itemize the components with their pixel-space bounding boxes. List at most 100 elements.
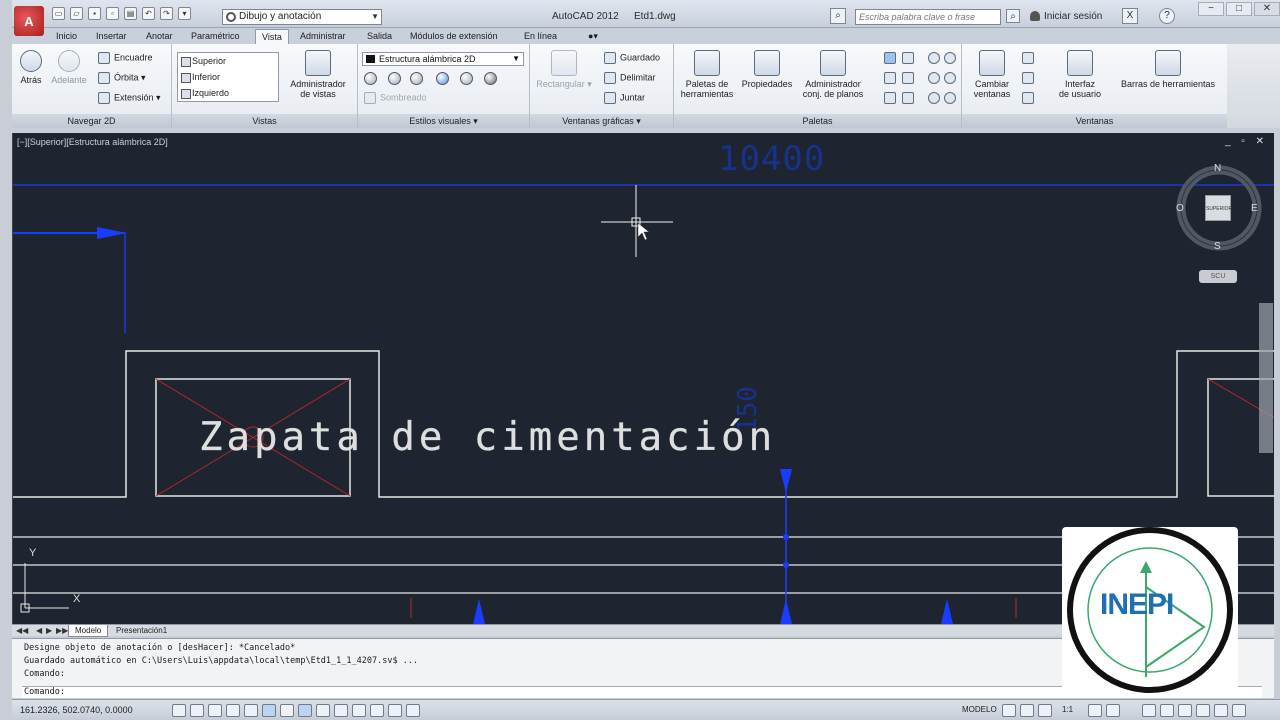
- qat-dropdown-icon[interactable]: ▾: [178, 7, 191, 20]
- search-input[interactable]: Escriba palabra clave o frase: [855, 9, 1001, 25]
- lineweight-icon[interactable]: [352, 704, 366, 717]
- view-item-inferior[interactable]: Inferior: [178, 69, 278, 85]
- maximize-button[interactable]: □: [1226, 2, 1252, 16]
- tab-administrar[interactable]: Administrar: [294, 29, 352, 44]
- quick-properties-icon[interactable]: [388, 704, 402, 717]
- visual-style-select[interactable]: Estructura alámbrica 2D ▼: [362, 52, 524, 66]
- 3d-osnap-icon[interactable]: [280, 704, 294, 717]
- tab-overflow-icon[interactable]: ●▾: [582, 29, 604, 44]
- help-icon[interactable]: ?: [1159, 8, 1175, 24]
- properties-button[interactable]: Propiedades: [738, 50, 796, 89]
- annotation-visibility-icon[interactable]: [1088, 704, 1102, 717]
- open-file-icon[interactable]: ▱: [70, 7, 83, 20]
- close-button[interactable]: ✕: [1254, 2, 1280, 16]
- back-button[interactable]: Atrás: [16, 50, 46, 85]
- tab-vista[interactable]: Vista: [255, 29, 289, 44]
- switch-windows-button[interactable]: Cambiar ventanas: [968, 50, 1016, 99]
- orbit-button[interactable]: Órbita ▾: [98, 72, 146, 84]
- selection-cycling-icon[interactable]: [406, 704, 420, 717]
- tab-salida[interactable]: Salida: [361, 29, 398, 44]
- ortho-icon[interactable]: [226, 704, 240, 717]
- save-viewport-button[interactable]: Guardado: [604, 52, 660, 64]
- toolbars-button[interactable]: Barras de herramientas: [1112, 50, 1224, 89]
- polar-icon[interactable]: [244, 704, 258, 717]
- dbconnect-icon[interactable]: [902, 72, 914, 84]
- quick-view-drawings-icon[interactable]: [1020, 704, 1034, 717]
- tab-en-linea[interactable]: En línea: [518, 29, 563, 44]
- workspace-select[interactable]: Dibujo y anotación ▼: [222, 9, 382, 25]
- lighting-icon[interactable]: [460, 72, 473, 85]
- infer-constraints-icon[interactable]: [172, 704, 186, 717]
- print-icon[interactable]: ▤: [124, 7, 137, 20]
- view-item-superior[interactable]: Superior: [178, 53, 278, 69]
- view-item-izquierdo[interactable]: Izquierdo: [178, 85, 278, 101]
- save-as-icon[interactable]: ▫: [106, 7, 119, 20]
- environment-icon[interactable]: [484, 72, 497, 85]
- markup-icon[interactable]: [884, 72, 896, 84]
- status-menu-icon[interactable]: [1214, 704, 1228, 717]
- join-viewport-button[interactable]: Juntar: [604, 92, 645, 104]
- last-tab-arrow-icon[interactable]: ▶▶: [56, 626, 68, 635]
- cascade-icon[interactable]: [1022, 92, 1034, 104]
- lock-icon[interactable]: [1160, 704, 1174, 717]
- tab-modulos[interactable]: Módulos de extensión: [404, 29, 504, 44]
- tab-presentacion1[interactable]: Presentación1: [110, 625, 173, 637]
- clean-screen-icon[interactable]: [1232, 704, 1246, 717]
- grid-icon[interactable]: [208, 704, 222, 717]
- wcs-menu-button[interactable]: SCU: [1199, 270, 1237, 283]
- dyn-icon[interactable]: [334, 704, 348, 717]
- save-icon[interactable]: ▪: [88, 7, 101, 20]
- external-refs-icon[interactable]: [884, 92, 896, 104]
- tab-modelo[interactable]: Modelo: [68, 625, 109, 637]
- first-tab-arrow-icon[interactable]: ◀◀: [16, 626, 28, 635]
- ducs-icon[interactable]: [316, 704, 330, 717]
- materials-icon[interactable]: [436, 72, 449, 85]
- snap-icon[interactable]: [190, 704, 204, 717]
- annotation-scale-value[interactable]: 1:1: [1062, 705, 1073, 714]
- tile-horizontal-icon[interactable]: [1022, 52, 1034, 64]
- sheet-set-manager-button[interactable]: Administrador conj. de planos: [796, 50, 870, 99]
- tool-palettes-button[interactable]: Paletas de herramientas: [676, 50, 738, 99]
- rectangular-viewport-button[interactable]: Rectangular ▾: [536, 50, 592, 89]
- new-file-icon[interactable]: ▭: [52, 7, 65, 20]
- compass-west[interactable]: O: [1176, 203, 1184, 214]
- view-list[interactable]: Superior Inferior Izquierdo: [177, 52, 279, 102]
- compass-south[interactable]: S: [1214, 241, 1221, 252]
- redo-icon[interactable]: ↷: [160, 7, 173, 20]
- undo-icon[interactable]: ↶: [142, 7, 155, 20]
- prev-tab-arrow-icon[interactable]: ◀: [36, 626, 42, 635]
- autocad-logo[interactable]: A: [14, 6, 44, 36]
- tile-vertical-icon[interactable]: [1022, 72, 1034, 84]
- navigation-bar[interactable]: [1259, 303, 1273, 453]
- viewport-window-controls[interactable]: _ ▫ ✕: [1225, 136, 1268, 147]
- auto-scale-icon[interactable]: [1106, 704, 1120, 717]
- layers-icon[interactable]: [902, 92, 914, 104]
- otrack-icon[interactable]: [298, 704, 312, 717]
- workspace-switch-icon[interactable]: [1142, 704, 1156, 717]
- palette-c-icon[interactable]: [928, 72, 940, 84]
- palette-d-icon[interactable]: [944, 72, 956, 84]
- coordinate-readout[interactable]: 161.2326, 502.0740, 0.0000: [20, 705, 133, 715]
- palette-f-icon[interactable]: [944, 92, 956, 104]
- tab-anotar[interactable]: Anotar: [140, 29, 179, 44]
- shadow-icon[interactable]: [410, 72, 423, 85]
- compass-north[interactable]: N: [1214, 163, 1221, 174]
- minimize-button[interactable]: −: [1198, 2, 1224, 16]
- transparency-icon[interactable]: [370, 704, 384, 717]
- tab-inicio[interactable]: Inicio: [50, 29, 83, 44]
- quick-view-layouts-icon[interactable]: [1002, 704, 1016, 717]
- view-manager-button[interactable]: Administrador de vistas: [284, 50, 352, 99]
- clip-viewport-button[interactable]: Delimitar: [604, 72, 656, 84]
- osnap-icon[interactable]: [262, 704, 276, 717]
- viewcube-top-face[interactable]: SUPERIOR: [1205, 195, 1232, 221]
- tab-parametrico[interactable]: Paramétrico: [185, 29, 246, 44]
- quickcalc-icon[interactable]: [902, 52, 914, 64]
- face-style-icon[interactable]: [364, 72, 377, 85]
- user-interface-button[interactable]: Interfaz de usuario: [1052, 50, 1108, 99]
- palette-b-icon[interactable]: [944, 52, 956, 64]
- compass-east[interactable]: E: [1251, 203, 1258, 214]
- extents-button[interactable]: Extensión ▾: [98, 92, 161, 104]
- next-tab-arrow-icon[interactable]: ▶: [46, 626, 52, 635]
- design-center-icon[interactable]: [884, 52, 896, 64]
- viewport-controls-label[interactable]: [−][Superior][Estructura alámbrica 2D]: [17, 137, 168, 147]
